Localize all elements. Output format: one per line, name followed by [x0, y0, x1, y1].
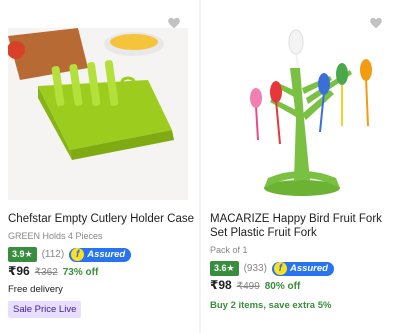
rating-row: 3.9★ (112) f Assured	[8, 247, 132, 262]
product-title[interactable]: Chefstar Empty Cutlery Holder Case	[8, 212, 196, 226]
assured-label: Assured	[289, 263, 328, 274]
sale-badge: Sale Price Live	[8, 301, 82, 318]
card-divider	[199, 0, 201, 333]
assured-badge: f Assured	[69, 247, 132, 262]
price: ₹98	[210, 278, 232, 292]
rating-badge: 3.9★	[8, 247, 37, 262]
product-image[interactable]	[210, 28, 390, 200]
flipkart-f-icon: f	[273, 262, 287, 275]
product-title[interactable]: MACARIZE Happy Bird Fruit Fork Set Plast…	[210, 212, 398, 240]
product-grid: Chefstar Empty Cutlery Holder Case GREEN…	[0, 0, 400, 333]
rating-count: (933)	[243, 263, 267, 274]
product-subtitle: GREEN Holds 4 Pieces	[8, 231, 103, 241]
assured-label: Assured	[87, 249, 126, 260]
rating-count: (112)	[41, 249, 65, 260]
price-row: ₹98 ₹499 80% off	[210, 278, 300, 292]
product-card-bird-fork-set[interactable]: MACARIZE Happy Bird Fruit Fork Set Plast…	[202, 0, 400, 333]
flipkart-f-icon: f	[71, 248, 85, 261]
assured-badge: f Assured	[271, 261, 334, 276]
original-price: ₹499	[236, 281, 260, 292]
offer-text: Buy 2 items, save extra 5%	[210, 300, 332, 311]
discount: 80% off	[264, 281, 301, 292]
discount: 73% off	[62, 267, 99, 278]
rating-badge: 3.6★	[210, 261, 239, 276]
rating-row: 3.6★ (933) f Assured	[210, 261, 334, 276]
product-card-cutlery-holder[interactable]: Chefstar Empty Cutlery Holder Case GREEN…	[0, 0, 198, 333]
product-image[interactable]	[8, 28, 188, 200]
price-row: ₹96 ₹362 73% off	[8, 264, 98, 278]
price: ₹96	[8, 264, 30, 278]
product-subtitle: Pack of 1	[210, 245, 248, 255]
delivery-info: Free delivery	[8, 284, 63, 295]
original-price: ₹362	[34, 267, 58, 278]
